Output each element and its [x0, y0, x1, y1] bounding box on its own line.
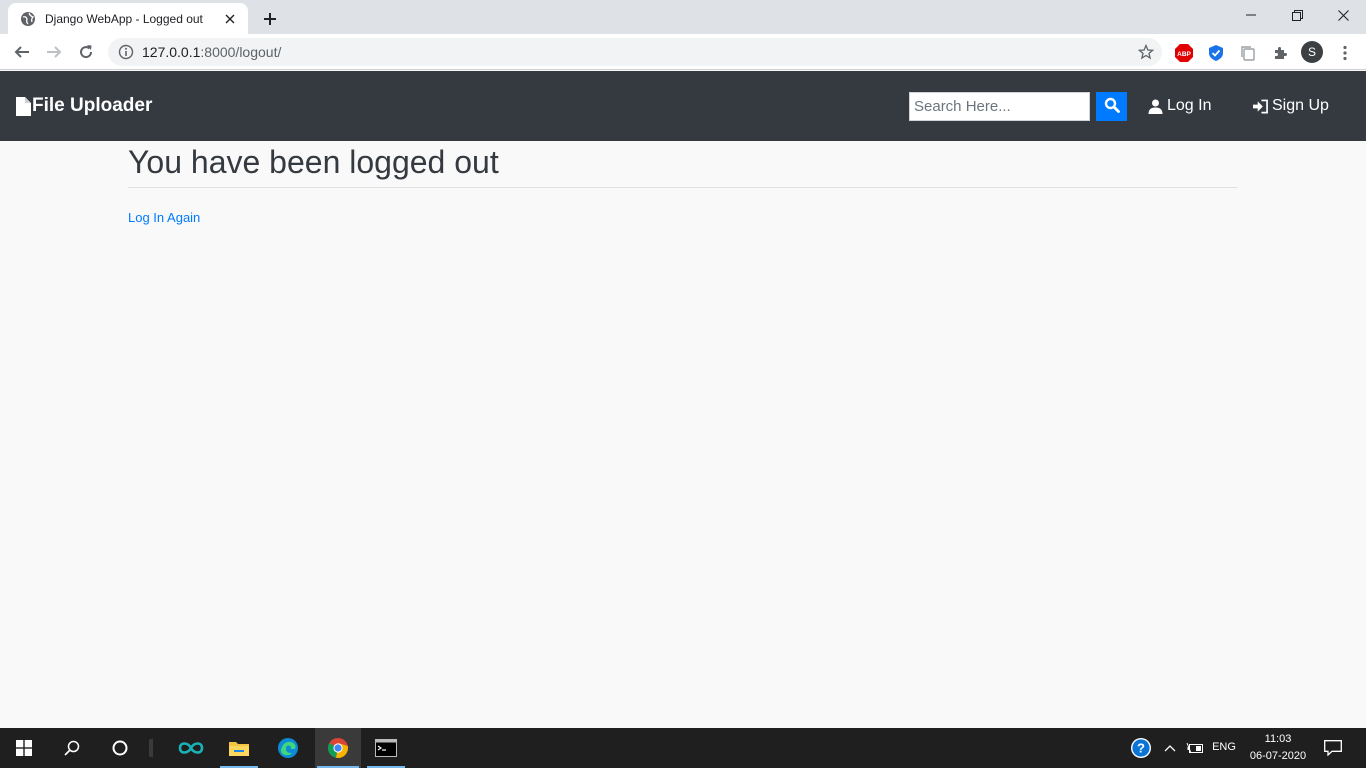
star-icon[interactable]	[1138, 44, 1154, 60]
adblock-plus-icon[interactable]: ABP	[1174, 43, 1194, 63]
file-icon	[16, 96, 31, 116]
search-icon	[1104, 97, 1120, 116]
browser-tab[interactable]: Django WebApp - Logged out	[8, 3, 248, 34]
arduino-infinity-icon[interactable]	[170, 728, 212, 768]
brand-name: File Uploader	[32, 95, 153, 116]
login-label: Log In	[1167, 97, 1212, 114]
close-tab-icon[interactable]	[222, 11, 238, 27]
adblock-label: ABP	[1177, 51, 1191, 58]
site-navbar: File Uploader Log In Sign Up	[0, 71, 1366, 141]
taskbar-separator	[146, 728, 156, 768]
clock-date[interactable]: 06-07-2020	[1246, 750, 1310, 762]
signup-label: Sign Up	[1272, 97, 1329, 114]
help-glyph: ?	[1137, 741, 1145, 756]
puzzle-extensions-icon[interactable]	[1270, 43, 1290, 63]
clock-time[interactable]: 11:03	[1246, 733, 1310, 745]
search-input[interactable]	[909, 92, 1090, 121]
login-again-link[interactable]: Log In Again	[128, 210, 200, 225]
windows-start-icon[interactable]	[0, 728, 48, 768]
user-icon	[1148, 99, 1163, 114]
language-indicator[interactable]: ENG	[1208, 741, 1240, 753]
battery-icon[interactable]	[1184, 728, 1206, 768]
address-bar[interactable]: 127.0.0.1:8000/logout/	[108, 38, 1162, 66]
edge-browser-icon[interactable]	[267, 728, 309, 768]
help-icon[interactable]: ?	[1128, 728, 1154, 768]
file-explorer-icon[interactable]	[218, 728, 260, 768]
cortana-icon[interactable]	[96, 728, 144, 768]
shield-icon[interactable]	[1206, 43, 1226, 63]
url-host: 127.0.0.1	[142, 44, 201, 60]
search-taskbar-icon[interactable]	[48, 728, 96, 768]
search-button[interactable]	[1096, 92, 1127, 121]
notifications-icon[interactable]	[1318, 728, 1348, 768]
signup-link[interactable]: Sign Up	[1253, 97, 1329, 115]
url-text: 127.0.0.1:8000/logout/	[142, 44, 281, 60]
main-content: You have been logged out Log In Again	[128, 141, 1238, 227]
reload-icon[interactable]	[72, 38, 100, 66]
close-window-button[interactable]	[1320, 0, 1366, 30]
new-tab-button[interactable]	[256, 5, 284, 33]
profile-avatar[interactable]: S	[1301, 41, 1323, 63]
info-icon[interactable]	[118, 44, 134, 60]
url-path: :8000/logout/	[200, 44, 282, 60]
forward-arrow-icon[interactable]	[40, 38, 68, 66]
tab-title: Django WebApp - Logged out	[45, 11, 203, 26]
terminal-icon[interactable]	[365, 728, 407, 768]
minimize-button[interactable]	[1228, 0, 1274, 30]
browser-tab-strip: Django WebApp - Logged out	[0, 0, 1366, 34]
back-arrow-icon[interactable]	[8, 38, 36, 66]
login-link[interactable]: Log In	[1148, 97, 1211, 115]
globe-icon	[20, 11, 36, 27]
brand-link[interactable]: File Uploader	[16, 95, 152, 117]
chrome-browser-icon[interactable]	[315, 728, 361, 768]
restore-button[interactable]	[1274, 0, 1320, 30]
page-title: You have been logged out	[128, 144, 1238, 188]
windows-taskbar: ? ENG 11:03 06-07-2020	[0, 728, 1366, 768]
sign-in-icon	[1253, 99, 1268, 114]
kebab-menu-icon[interactable]	[1335, 43, 1355, 63]
chevron-up-icon[interactable]	[1160, 728, 1180, 768]
browser-toolbar: 127.0.0.1:8000/logout/ ABP S	[0, 34, 1366, 70]
copy-extension-icon[interactable]	[1238, 43, 1258, 63]
